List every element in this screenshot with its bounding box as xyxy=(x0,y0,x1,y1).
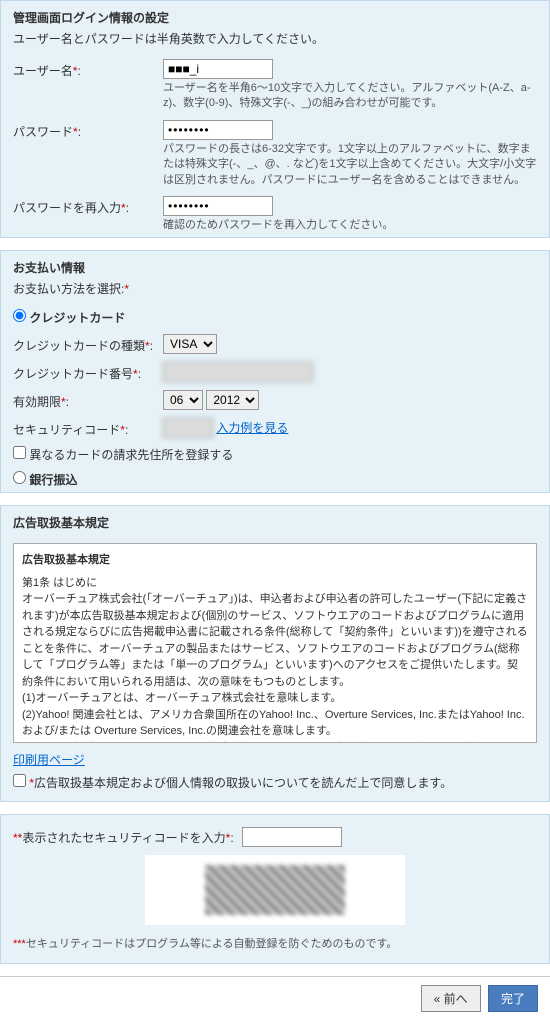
security-label: セキュリティコード xyxy=(13,423,120,437)
cc-number-input[interactable] xyxy=(163,362,313,382)
password-hint: パスワードの長さは6-32文字です。1文字以上のアルファベットに、数字または特殊… xyxy=(163,142,537,188)
login-title: 管理画面ログイン情報の設定 xyxy=(1,1,549,30)
payment-desc: お支払い方法を選択: xyxy=(13,282,124,296)
security-input[interactable] xyxy=(163,418,213,438)
cc-type-row: クレジットカードの種類*: VISA xyxy=(1,330,549,358)
expiry-month-select[interactable]: 06 xyxy=(163,390,203,410)
username-label: ユーザー名 xyxy=(13,64,73,78)
agree-row: *広告取扱基本規定および個人情報の取扱いについてを読んだ上で同意します。 xyxy=(1,768,549,801)
diff-addr-label: 異なるカードの請求先住所を登録する xyxy=(29,448,233,462)
terms-article-title: 第1条 はじめに xyxy=(22,575,528,592)
password2-hint: 確認のためパスワードを再入力してください。 xyxy=(163,218,537,233)
password2-input[interactable] xyxy=(163,196,273,216)
terms-textbox[interactable]: 広告取扱基本規定 第1条 はじめに オーバーチュア株式会社(「オーバーチュア」)… xyxy=(13,543,537,743)
cc-radio-label: クレジットカード xyxy=(29,311,125,325)
bank-radio-row: 銀行振込 xyxy=(1,467,549,492)
bank-radio-label: 銀行振込 xyxy=(29,473,77,487)
password2-label: パスワードを再入力 xyxy=(13,201,121,215)
print-link[interactable]: 印刷用ページ xyxy=(13,753,85,767)
payment-title: お支払い情報 xyxy=(1,251,549,280)
cc-type-label: クレジットカードの種類 xyxy=(13,339,145,353)
terms-box-title: 広告取扱基本規定 xyxy=(22,552,528,569)
diff-addr-checkbox[interactable] xyxy=(13,446,26,459)
security-row: セキュリティコード*: 入力例を見る xyxy=(1,414,549,442)
password2-row: パスワードを再入力*: 確認のためパスワードを再入力してください。 xyxy=(1,192,549,237)
cc-type-select[interactable]: VISA xyxy=(163,334,217,354)
expiry-label: 有効期限 xyxy=(13,395,61,409)
cc-radio[interactable] xyxy=(13,309,26,322)
captcha-input[interactable] xyxy=(242,827,342,847)
security-example-link[interactable]: 入力例を見る xyxy=(216,421,288,435)
cc-number-label: クレジットカード番号 xyxy=(13,367,133,381)
captcha-image xyxy=(145,855,405,925)
agree-label: 広告取扱基本規定および個人情報の取扱いについてを読んだ上で同意します。 xyxy=(34,776,452,790)
submit-button[interactable]: 完了 xyxy=(488,985,538,1012)
diff-addr-row: 異なるカードの請求先住所を登録する xyxy=(1,442,549,467)
agree-checkbox[interactable] xyxy=(13,774,26,787)
terms-title: 広告取扱基本規定 xyxy=(1,506,549,535)
back-button[interactable]: « 前へ xyxy=(421,985,481,1012)
username-hint: ユーザー名を半角6～10文字で入力してください。アルファベット(A-Z、a-z)… xyxy=(163,81,537,112)
button-row: « 前へ 完了 xyxy=(0,977,550,1020)
captcha-blur-graphic xyxy=(205,865,345,915)
payment-section: お支払い情報 お支払い方法を選択:* クレジットカード クレジットカードの種類*… xyxy=(0,250,550,493)
username-input[interactable] xyxy=(163,59,273,79)
username-row: ユーザー名*: ユーザー名を半角6～10文字で入力してください。アルファベット(… xyxy=(1,55,549,116)
password-row: パスワード*: パスワードの長さは6-32文字です。1文字以上のアルファベットに… xyxy=(1,116,549,192)
password-input[interactable] xyxy=(163,120,273,140)
captcha-note: セキュリティコードはプログラム等による自動登録を防ぐためのものです。 xyxy=(26,938,398,950)
password-label: パスワード xyxy=(13,125,73,139)
expiry-year-select[interactable]: 2012 xyxy=(206,390,259,410)
cc-number-row: クレジットカード番号*: xyxy=(1,358,549,386)
login-section: 管理画面ログイン情報の設定 ユーザー名とパスワードは半角英数で入力してください。… xyxy=(0,0,550,238)
bank-radio[interactable] xyxy=(13,471,26,484)
captcha-section: **表示されたセキュリティコードを入力*: ***セキュリティコードはプログラム… xyxy=(0,814,550,964)
captcha-label: 表示されたセキュリティコードを入力 xyxy=(22,831,225,845)
terms-body: オーバーチュア株式会社(「オーバーチュア」)は、申込者および申込者の許可したユー… xyxy=(22,591,528,743)
cc-radio-row: クレジットカード xyxy=(1,305,549,330)
terms-section: 広告取扱基本規定 広告取扱基本規定 第1条 はじめに オーバーチュア株式会社(「… xyxy=(0,505,550,802)
expiry-row: 有効期限*: 06 2012 xyxy=(1,386,549,414)
login-desc: ユーザー名とパスワードは半角英数で入力してください。 xyxy=(1,30,549,55)
